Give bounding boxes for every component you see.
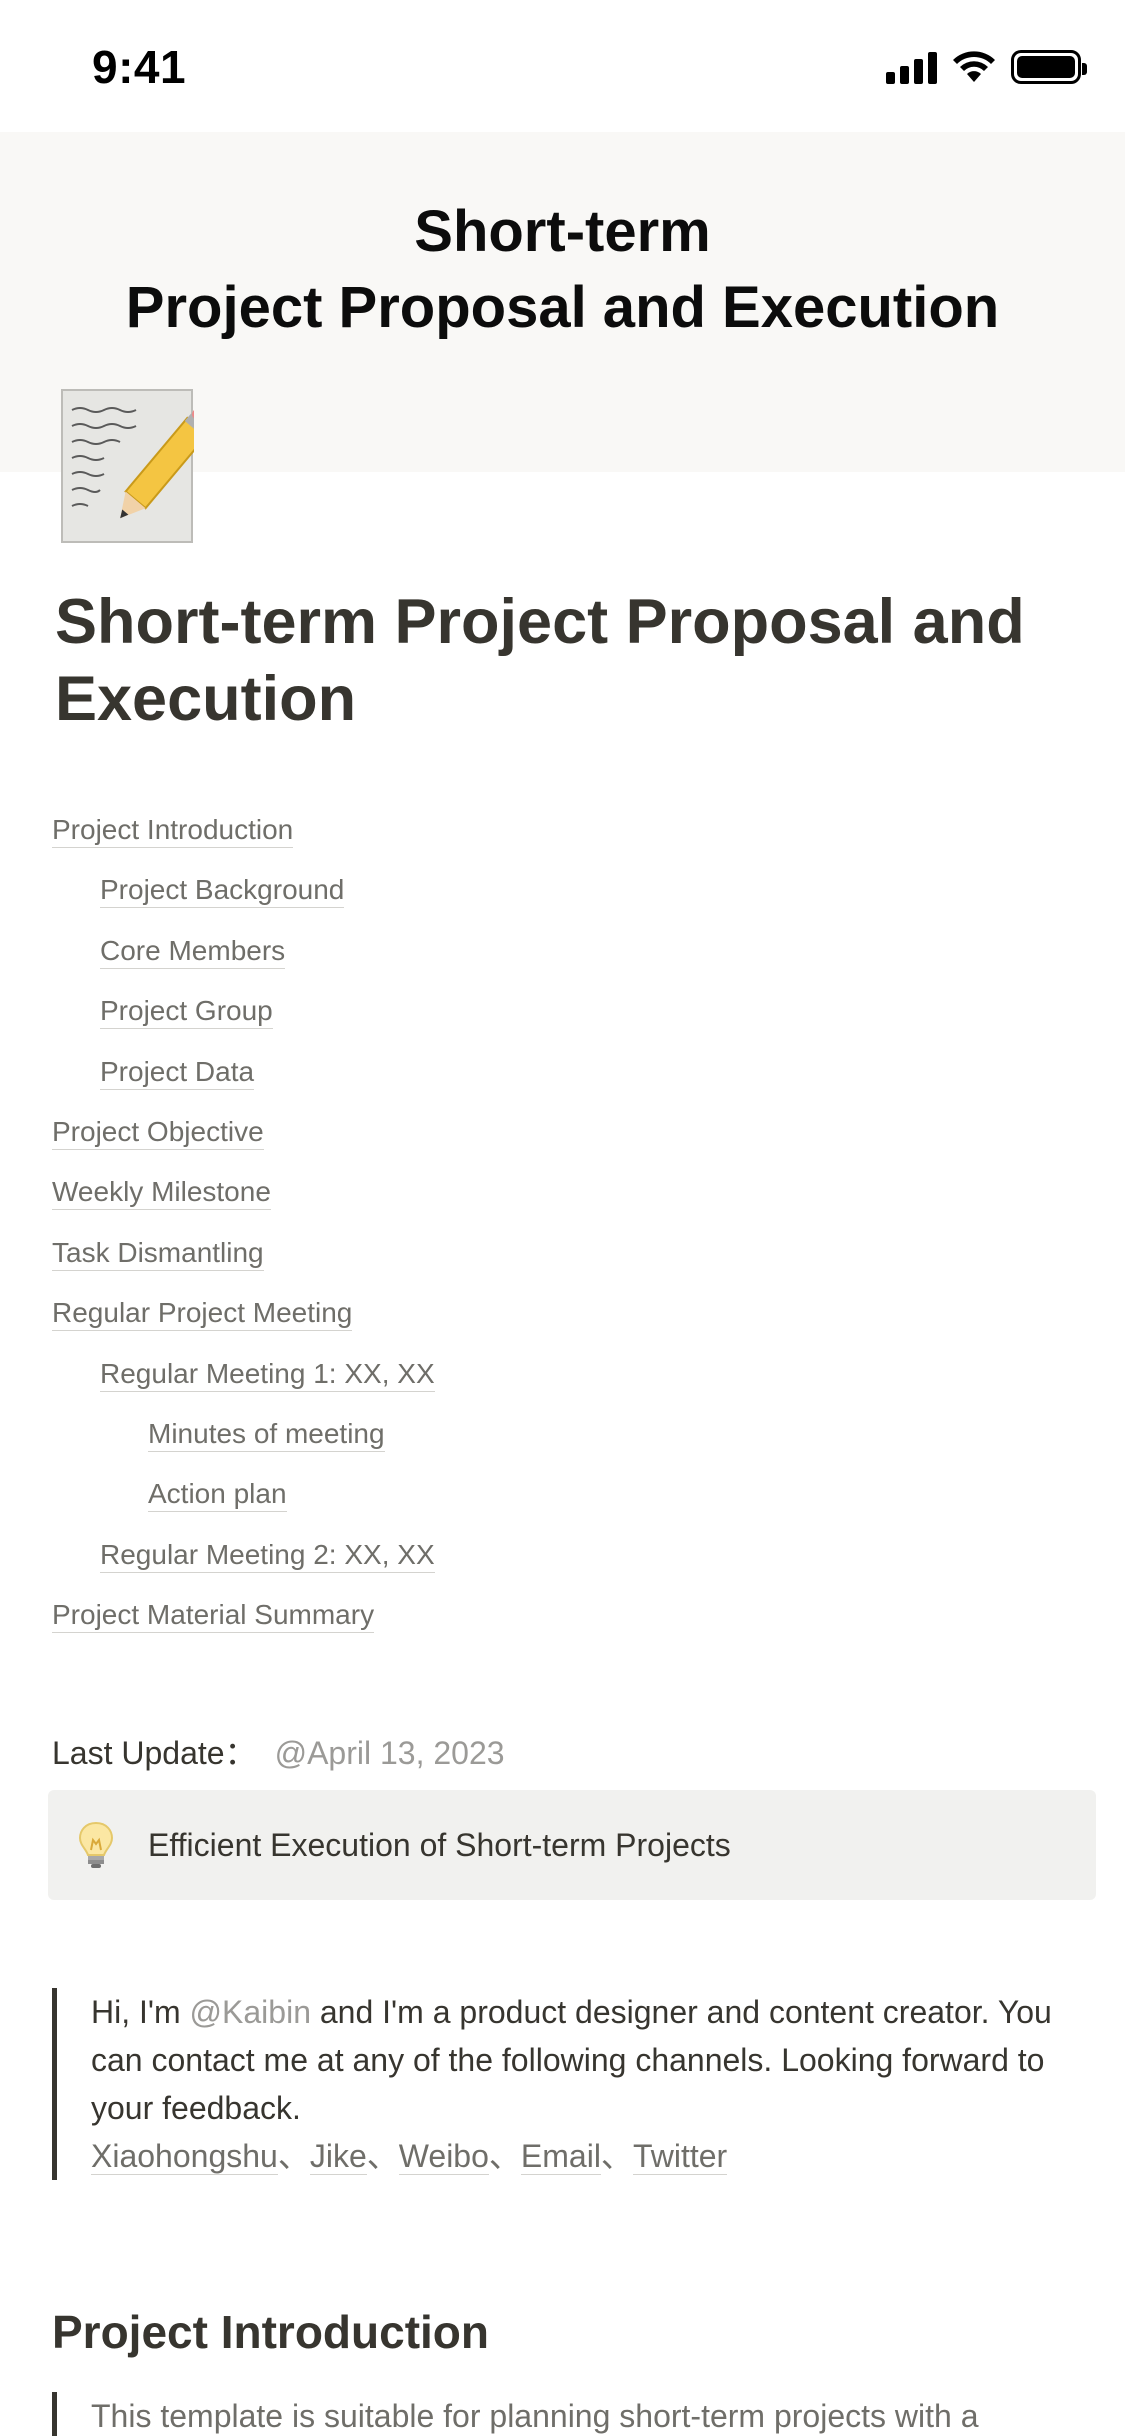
toc-link[interactable]: Project Objective bbox=[52, 1115, 264, 1150]
quote-text: Hi, I'm bbox=[91, 1994, 190, 2030]
toc-item[interactable]: Action plan bbox=[52, 1476, 1052, 1536]
status-bar: 9:41 bbox=[0, 0, 1125, 132]
toc-link[interactable]: Weekly Milestone bbox=[52, 1176, 271, 1211]
cover-title: Short-term Project Proposal and Executio… bbox=[0, 194, 1125, 346]
cellular-signal-icon bbox=[886, 50, 937, 84]
toc-item[interactable]: Weekly Milestone bbox=[52, 1174, 1052, 1234]
light-bulb-icon bbox=[78, 1821, 114, 1868]
separator: 、 bbox=[488, 2138, 521, 2174]
wifi-icon bbox=[953, 51, 995, 82]
toc-link[interactable]: Project Material Summary bbox=[52, 1599, 375, 1634]
toc-link[interactable]: Action plan bbox=[148, 1478, 287, 1513]
cover-title-line2: Project Proposal and Execution bbox=[125, 275, 1000, 340]
toc-item[interactable]: Project Objective bbox=[52, 1114, 1052, 1174]
callout-text: Efficient Execution of Short-term Projec… bbox=[148, 1826, 731, 1863]
toc-link[interactable]: Task Dismantling bbox=[52, 1236, 264, 1271]
toc-item[interactable]: Task Dismantling bbox=[52, 1235, 1052, 1295]
toc-item[interactable]: Minutes of meeting bbox=[52, 1416, 1052, 1476]
status-icons bbox=[886, 50, 1087, 84]
separator: 、 bbox=[277, 2138, 310, 2174]
toc-item[interactable]: Regular Meeting 1: XX, XX bbox=[52, 1356, 1052, 1416]
user-mention[interactable]: @Kaibin bbox=[190, 1994, 311, 2030]
channel-link-weibo[interactable]: Weibo bbox=[398, 2138, 489, 2175]
last-update-label: Last Update： bbox=[52, 1735, 257, 1771]
table-of-contents: Project Introduction Project Background … bbox=[52, 812, 1052, 1657]
separator: 、 bbox=[366, 2138, 399, 2174]
battery-icon bbox=[1011, 50, 1087, 84]
cover-title-line1: Short-term bbox=[414, 199, 711, 264]
page-title: Short-term Project Proposal and Executio… bbox=[55, 587, 1025, 734]
toc-link[interactable]: Project Data bbox=[100, 1055, 255, 1090]
toc-item[interactable]: Project Group bbox=[52, 993, 1052, 1053]
toc-item[interactable]: Project Introduction bbox=[52, 812, 1052, 872]
toc-link[interactable]: Regular Project Meeting bbox=[52, 1297, 353, 1332]
toc-item[interactable]: Project Background bbox=[52, 872, 1052, 932]
toc-link[interactable]: Regular Meeting 1: XX, XX bbox=[100, 1357, 435, 1392]
toc-item[interactable]: Project Material Summary bbox=[52, 1597, 1052, 1657]
toc-link[interactable]: Project Introduction bbox=[52, 814, 294, 848]
last-update-row: Last Update： @April 13, 2023 bbox=[52, 1728, 505, 1774]
toc-item[interactable]: Regular Meeting 2: XX, XX bbox=[52, 1537, 1052, 1597]
channel-link-twitter[interactable]: Twitter bbox=[632, 2138, 728, 2175]
channel-link-jike[interactable]: Jike bbox=[309, 2138, 367, 2175]
toc-link[interactable]: Core Members bbox=[100, 934, 286, 969]
toc-link[interactable]: Regular Meeting 2: XX, XX bbox=[100, 1538, 435, 1573]
toc-link[interactable]: Project Group bbox=[100, 995, 273, 1030]
toc-item[interactable]: Regular Project Meeting bbox=[52, 1295, 1052, 1355]
memo-pencil-icon[interactable] bbox=[60, 388, 194, 544]
channel-link-email[interactable]: Email bbox=[520, 2138, 601, 2175]
toc-link[interactable]: Minutes of meeting bbox=[148, 1417, 385, 1452]
toc-item[interactable]: Core Members bbox=[52, 933, 1052, 993]
toc-link[interactable]: Project Background bbox=[100, 874, 345, 909]
date-mention[interactable]: @April 13, 2023 bbox=[275, 1735, 505, 1771]
callout: Efficient Execution of Short-term Projec… bbox=[48, 1790, 1096, 1900]
status-time: 9:41 bbox=[92, 41, 187, 93]
section-quote: This template is suitable for planning s… bbox=[52, 2392, 1052, 2436]
section-quote-text: This template is suitable for planning s… bbox=[91, 2398, 979, 2434]
intro-quote: Hi, I'm @Kaibin and I'm a product design… bbox=[52, 1988, 1052, 2180]
section-heading: Project Introduction bbox=[52, 2306, 489, 2358]
channel-link-xiaohongshu[interactable]: Xiaohongshu bbox=[91, 2138, 278, 2175]
separator: 、 bbox=[600, 2138, 633, 2174]
toc-item[interactable]: Project Data bbox=[52, 1054, 1052, 1114]
